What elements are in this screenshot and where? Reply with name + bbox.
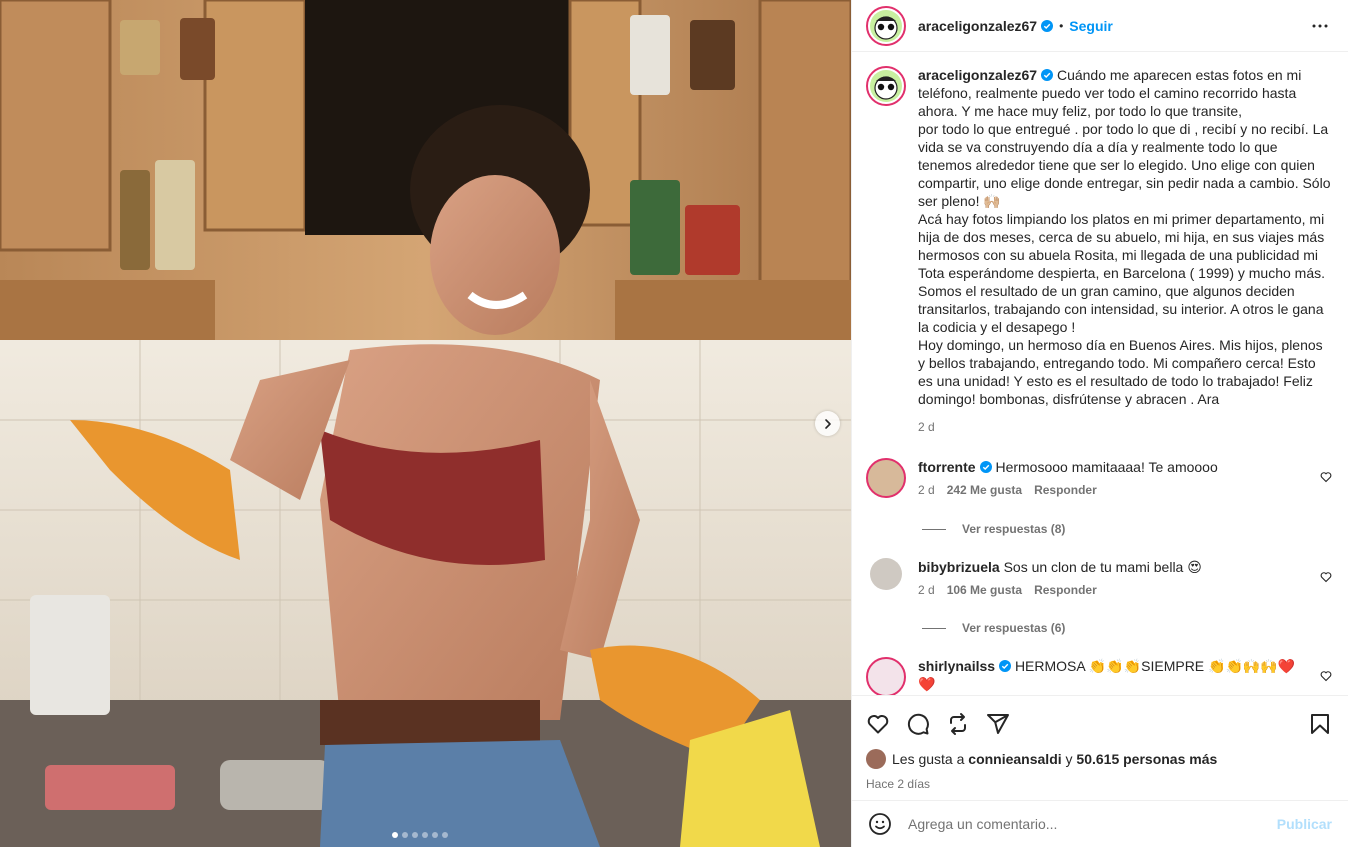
- carousel-dot: [402, 832, 408, 838]
- comment-username[interactable]: shirlynailss: [918, 658, 995, 674]
- caption-avatar[interactable]: [866, 66, 906, 106]
- reply-button[interactable]: Responder: [1034, 583, 1097, 597]
- comment-button[interactable]: [906, 712, 930, 736]
- comment-likes[interactable]: 242 Me gusta: [947, 483, 1022, 497]
- view-replies-button[interactable]: Ver respuestas (8): [922, 522, 1332, 536]
- post-photo: [0, 0, 851, 847]
- view-replies-label: Ver respuestas (8): [962, 522, 1066, 536]
- comment-time[interactable]: 2 d: [918, 483, 935, 497]
- publish-button[interactable]: Publicar: [1277, 816, 1332, 832]
- post-media[interactable]: [0, 0, 851, 847]
- emoji-button[interactable]: [868, 812, 892, 836]
- bookmark-icon: [1311, 713, 1329, 734]
- commenter-avatar[interactable]: [866, 458, 906, 498]
- carousel-dot: [392, 832, 398, 838]
- comment-likes[interactable]: 106 Me gusta: [947, 583, 1022, 597]
- post-actions: Les gusta a connieansaldi y 50.615 perso…: [852, 695, 1348, 847]
- likes-connector: y: [1065, 751, 1073, 767]
- add-comment-bar: Publicar: [852, 800, 1348, 847]
- caption-timestamp[interactable]: 2 d: [918, 418, 1332, 436]
- comment-input[interactable]: [908, 816, 1277, 832]
- comment-time[interactable]: 2 d: [918, 583, 935, 597]
- carousel-dot: [432, 832, 438, 838]
- like-button[interactable]: [866, 712, 890, 736]
- follow-button[interactable]: Seguir: [1069, 18, 1113, 34]
- commenter-avatar[interactable]: [866, 657, 906, 695]
- post-sidebar: araceligonzalez67 • Seguir araceligonzal…: [851, 0, 1348, 847]
- repost-button[interactable]: [946, 712, 970, 736]
- author-username[interactable]: araceligonzalez67: [918, 18, 1037, 34]
- likes-prefix: Les gusta a: [892, 751, 965, 767]
- comments-scroll-area[interactable]: araceligonzalez67 Cuándo me aparecen est…: [852, 52, 1348, 695]
- post-dialog: araceligonzalez67 • Seguir araceligonzal…: [0, 0, 1348, 847]
- verified-badge-icon: [979, 461, 992, 473]
- repost-icon: [950, 712, 966, 735]
- verified-badge-icon: [999, 660, 1012, 672]
- liker-username[interactable]: connieansaldi: [968, 751, 1061, 767]
- caption-text: Cuándo me aparecen estas fotos en mi tel…: [918, 67, 1331, 407]
- commenter-avatar[interactable]: [870, 558, 902, 590]
- more-options-button[interactable]: [1308, 14, 1332, 38]
- comment-item: bibybrizuela Sos un clon de tu mami bell…: [866, 558, 1332, 597]
- likes-count[interactable]: 50.615 personas más: [1076, 751, 1217, 767]
- heart-icon: [1320, 671, 1332, 682]
- liker-avatar[interactable]: [866, 749, 886, 769]
- comment-text: Sos un clon de tu mami bella 😍: [1003, 559, 1202, 575]
- heart-icon: [867, 714, 889, 733]
- share-paper-plane-icon: [987, 713, 1009, 734]
- emoji-smiley-icon: [869, 813, 891, 835]
- save-button[interactable]: [1308, 712, 1332, 736]
- post-date[interactable]: Hace 2 días: [866, 777, 1332, 791]
- comment-like-button[interactable]: [1320, 669, 1332, 685]
- reply-button[interactable]: Responder: [1034, 483, 1097, 497]
- view-replies-label: Ver respuestas (6): [962, 621, 1066, 635]
- heart-icon: [1320, 572, 1332, 583]
- caption-username[interactable]: araceligonzalez67: [918, 67, 1037, 83]
- comment-text: Hermosooo mamitaaaa! Te amoooo: [995, 459, 1218, 475]
- chevron-right-icon: [824, 418, 831, 429]
- verified-badge-icon: [1041, 19, 1054, 32]
- carousel-next-button[interactable]: [815, 411, 840, 436]
- comment-like-button[interactable]: [1320, 570, 1332, 586]
- comment-like-button[interactable]: [1320, 470, 1332, 486]
- header-separator: •: [1059, 18, 1064, 33]
- carousel-indicator: [392, 832, 448, 838]
- post-caption: araceligonzalez67 Cuándo me aparecen est…: [866, 66, 1332, 436]
- carousel-dot: [412, 832, 418, 838]
- author-avatar[interactable]: [866, 5, 906, 46]
- heart-icon: [1320, 472, 1332, 483]
- share-button[interactable]: [986, 712, 1010, 736]
- comment-bubble-icon: [907, 713, 929, 735]
- comment-item: shirlynailss HERMOSA 👏👏👏SIEMPRE 👏👏🙌🙌❤️❤️: [866, 657, 1332, 695]
- verified-badge-icon: [1041, 69, 1054, 81]
- comment-username[interactable]: ftorrente: [918, 459, 976, 475]
- comment-username[interactable]: bibybrizuela: [918, 559, 1000, 575]
- post-header: araceligonzalez67 • Seguir: [852, 0, 1348, 52]
- view-replies-button[interactable]: Ver respuestas (6): [922, 621, 1332, 635]
- carousel-dot: [422, 832, 428, 838]
- more-horizontal-icon: [1312, 24, 1328, 27]
- comment-item: ftorrente Hermosooo mamitaaaa! Te amoooo…: [866, 458, 1332, 498]
- carousel-dot: [442, 832, 448, 838]
- likes-summary: Les gusta a connieansaldi y 50.615 perso…: [866, 749, 1332, 769]
